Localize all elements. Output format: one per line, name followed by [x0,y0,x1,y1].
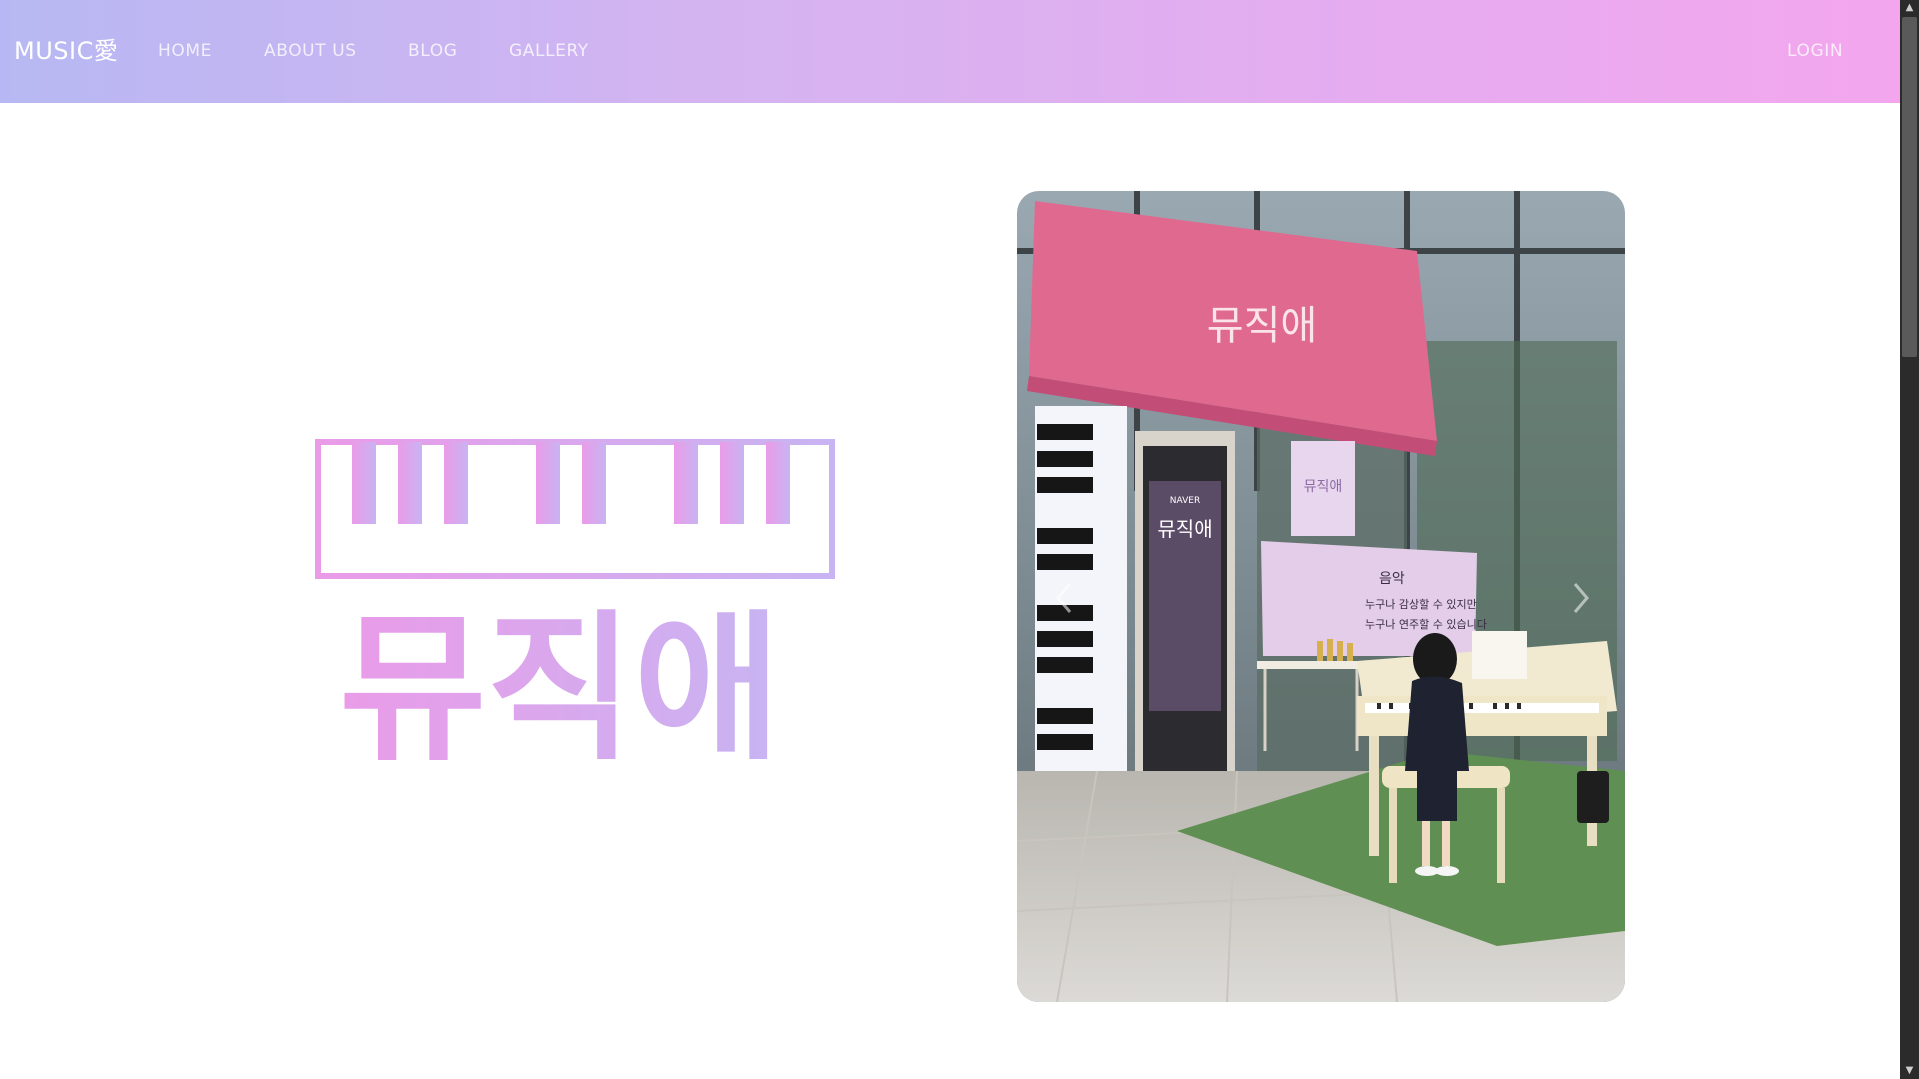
triangle-up-icon[interactable]: ▲ [1900,0,1919,16]
door-sign-title: 뮤직애 [1157,517,1212,541]
nav-home-link[interactable]: HOME [158,40,212,62]
page-scrollbar[interactable]: ▲ ▼ [1900,0,1919,1079]
storefront-photo: 뮤직애 NAVER 뮤직애 뮤직애 음악 누구나 감상할 수 있지만 누구나 연… [1017,191,1625,1002]
piano-keys-logo-graphic: 뮤직애 [315,439,835,782]
chevron-right-icon [1573,583,1589,613]
page: MUSIC愛 HOME ABOUT US BLOG GALLERY LOGIN [0,0,1919,1079]
chevron-left-icon [1056,583,1072,613]
awning-sign-text: 뮤직애 [1207,303,1317,349]
nav-login-link[interactable]: LOGIN [1787,40,1843,62]
banner-heading: 음악 [1379,571,1405,587]
poster-title: 뮤직애 [1304,479,1343,495]
door-sign-brand: NAVER [1170,496,1200,506]
navbar: MUSIC愛 HOME ABOUT US BLOG GALLERY LOGIN [0,0,1900,103]
banner-line-1: 누구나 감상할 수 있지만 [1365,598,1477,611]
carousel-next-button[interactable] [1567,580,1595,616]
nav-about-us-link[interactable]: ABOUT US [264,40,357,62]
logo-text: 뮤직애 [339,595,781,766]
scrollbar-thumb[interactable] [1902,17,1917,357]
nav-gallery-link[interactable]: GALLERY [509,40,589,62]
carousel-prev-button[interactable] [1050,580,1078,616]
hero-piano-logo: 뮤직애 [310,436,840,782]
banner-line-2: 누구나 연주할 수 있습니다 [1365,618,1487,631]
nav-blog-link[interactable]: BLOG [408,40,457,62]
gallery-carousel[interactable]: 뮤직애 NAVER 뮤직애 뮤직애 음악 누구나 감상할 수 있지만 누구나 연… [1017,191,1625,1002]
triangle-down-icon[interactable]: ▼ [1900,1063,1919,1079]
brand-logo-link[interactable]: MUSIC愛 [14,34,118,68]
